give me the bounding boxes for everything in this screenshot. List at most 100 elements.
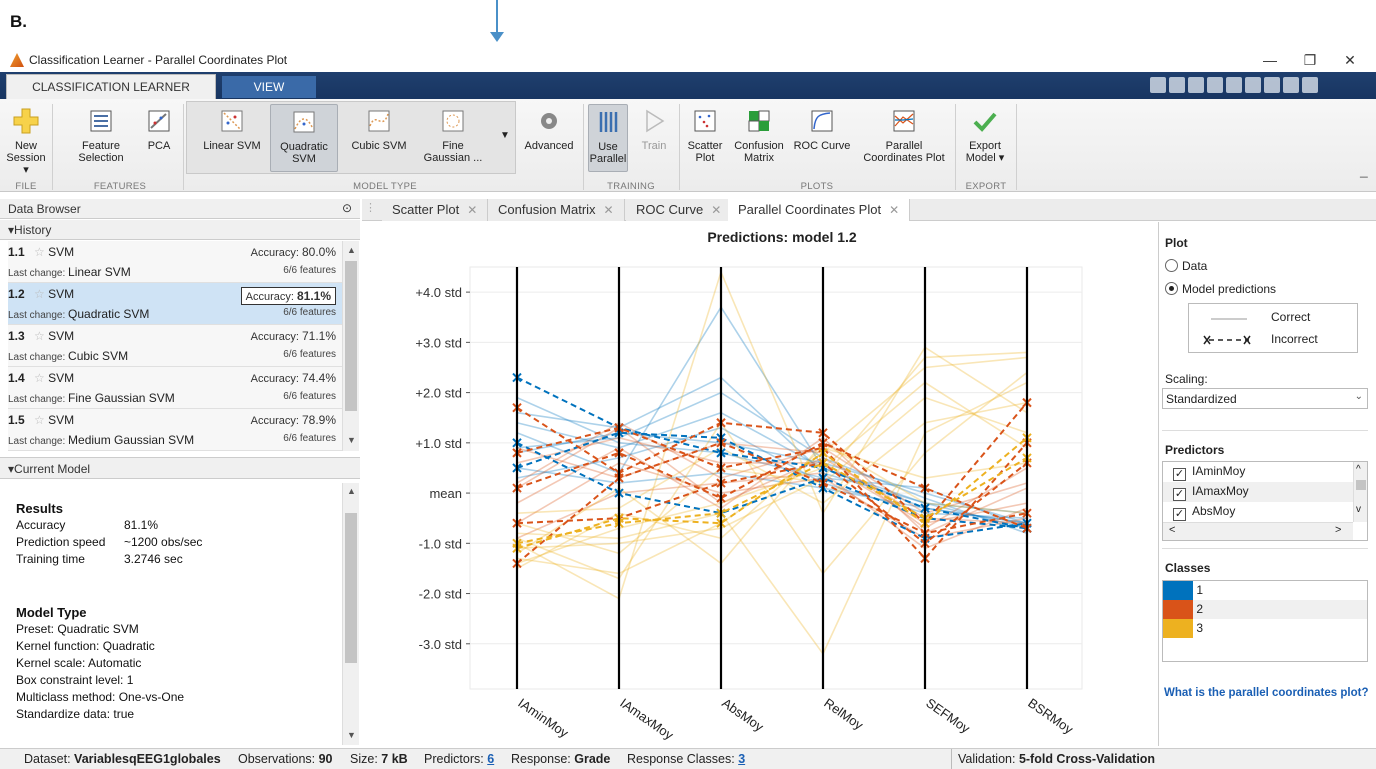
chart-title: Predictions: model 1.2 xyxy=(707,229,857,245)
history-scrollbar[interactable]: ▲ ▼ xyxy=(342,241,359,451)
history-item[interactable]: 1.4 ☆ SVM Accuracy: 74.4% Last change: Fine… xyxy=(8,367,342,409)
scaling-dropdown[interactable]: Standardized ⌄ xyxy=(1162,388,1368,409)
history-item[interactable]: 1.1 ☆ SVM Accuracy: 80.0% Last change: Line… xyxy=(8,241,342,283)
close-tab-icon[interactable]: ✕ xyxy=(889,203,899,217)
scroll-thumb[interactable] xyxy=(345,513,357,663)
star-icon[interactable]: ☆ xyxy=(34,245,45,259)
scroll-up-icon[interactable]: ▲ xyxy=(347,486,356,496)
history-item-number: 1.1 xyxy=(8,245,25,259)
undo-icon[interactable] xyxy=(1245,77,1261,93)
predictor-item[interactable]: ✓ IAmaxMoy xyxy=(1163,482,1367,502)
history-item-number: 1.3 xyxy=(8,329,25,343)
results-row: Training time 3.2746 sec xyxy=(16,552,183,566)
new-session-button[interactable]: New Session ▾ xyxy=(4,108,48,176)
radio-data[interactable]: Data xyxy=(1165,259,1207,273)
history-item-name: ☆ SVM xyxy=(34,371,75,385)
star-icon[interactable]: ☆ xyxy=(34,287,45,301)
scatter-plot-button[interactable]: Scatter Plot xyxy=(682,108,728,164)
model-quadratic-svm[interactable]: Quadratic SVM xyxy=(270,104,338,172)
export-model-button[interactable]: Export Model ▾ xyxy=(960,108,1010,164)
response-classes-link[interactable]: 3 xyxy=(738,752,745,766)
scroll-up-icon[interactable]: ▲ xyxy=(347,245,356,255)
history-item[interactable]: 1.3 ☆ SVM Accuracy: 71.1% Last change: Cubi… xyxy=(8,325,342,367)
history-item-name: ☆ SVM xyxy=(34,329,75,343)
cut-icon[interactable] xyxy=(1188,77,1204,93)
history-item-features: 6/6 features xyxy=(283,391,336,402)
history-item[interactable]: 1.2 ☆ SVM Accuracy: 81.1% Last change: Quad… xyxy=(8,283,342,325)
help-link[interactable]: What is the parallel coordinates plot? xyxy=(1164,687,1368,699)
checkbox-checked-icon[interactable]: ✓ xyxy=(1173,508,1186,521)
star-icon[interactable]: ☆ xyxy=(34,329,45,343)
save-icon[interactable] xyxy=(1150,77,1166,93)
use-parallel-button[interactable]: Use Parallel xyxy=(588,104,628,172)
feature-selection-button[interactable]: Feature Selection xyxy=(76,108,126,164)
history-section-header[interactable]: ▾History xyxy=(0,220,360,240)
class-item[interactable]: 3 xyxy=(1163,619,1367,638)
axis-label: IAmaxMoy xyxy=(617,695,676,743)
minimize-button[interactable]: — xyxy=(1250,50,1290,70)
pca-button[interactable]: PCA xyxy=(137,108,181,152)
close-tab-icon[interactable]: ✕ xyxy=(604,203,614,217)
predictors-link[interactable]: 6 xyxy=(487,752,494,766)
advanced-button[interactable]: Advanced xyxy=(520,108,578,152)
class-item[interactable]: 1 xyxy=(1163,581,1367,600)
scaling-label: Scaling: xyxy=(1165,372,1208,386)
radio-model-predictions[interactable]: Model predictions xyxy=(1165,282,1276,296)
tab-parallel-coordinates-plot[interactable]: Parallel Coordinates Plot ✕ xyxy=(728,199,911,221)
legend-incorrect-label: Incorrect xyxy=(1271,332,1318,346)
model-type-line: Multiclass method: One-vs-One xyxy=(16,690,185,704)
tab-confusion-matrix[interactable]: Confusion Matrix ✕ xyxy=(488,199,625,221)
class-color-swatch xyxy=(1163,581,1193,600)
details-scrollbar[interactable]: ▲ ▼ xyxy=(342,483,359,745)
predictor-item[interactable]: ✓ AbsMoy xyxy=(1163,502,1367,522)
model-type-line: Box constraint level: 1 xyxy=(16,673,134,687)
tab-classification-learner[interactable]: CLASSIFICATION LEARNER xyxy=(6,74,216,99)
title-bar: Classification Learner - Parallel Coordi… xyxy=(0,48,1376,72)
parallel-coordinates-chart: +4.0 std +3.0 std +2.0 std +1.0 std mean -1.0… xyxy=(415,229,1083,743)
vertical-scrollbar[interactable]: ^ v xyxy=(1353,462,1367,522)
close-tab-icon[interactable]: ✕ xyxy=(711,203,721,217)
predictor-item[interactable]: ✓ IAminMoy xyxy=(1163,462,1367,482)
star-icon[interactable]: ☆ xyxy=(34,413,45,427)
scroll-left-icon[interactable]: < xyxy=(1169,524,1175,536)
star-icon[interactable]: ☆ xyxy=(34,371,45,385)
layout-icon[interactable] xyxy=(1283,77,1299,93)
gallery-expand-icon[interactable]: ▼ xyxy=(500,130,510,141)
model-type-line: Preset: Quadratic SVM xyxy=(16,622,139,636)
scroll-right-icon[interactable]: > xyxy=(1335,524,1341,536)
checkbox-checked-icon[interactable]: ✓ xyxy=(1173,488,1186,501)
train-button[interactable]: Train xyxy=(634,108,674,152)
scroll-thumb[interactable] xyxy=(1356,480,1366,490)
model-linear-svm[interactable]: Linear SVM xyxy=(196,108,268,152)
model-fine-gaussian[interactable]: Fine Gaussian ... xyxy=(420,108,486,164)
close-tab-icon[interactable]: ✕ xyxy=(467,203,477,217)
scroll-thumb[interactable] xyxy=(345,261,357,411)
panel-menu-icon[interactable]: ⊙ xyxy=(342,201,352,215)
close-button[interactable]: ✕ xyxy=(1330,50,1370,70)
scroll-up-icon[interactable]: ^ xyxy=(1356,464,1361,475)
scroll-down-icon[interactable]: ▼ xyxy=(347,730,356,740)
copy-icon[interactable] xyxy=(1207,77,1223,93)
model-cubic-svm[interactable]: Cubic SVM xyxy=(346,108,412,152)
paste-icon[interactable] xyxy=(1226,77,1242,93)
tab-roc-curve[interactable]: ROC Curve ✕ xyxy=(626,199,733,221)
history-item-accuracy: Accuracy: 80.0% xyxy=(250,245,336,259)
history-item[interactable]: 1.5 ☆ SVM Accuracy: 78.9% Last change: Medi… xyxy=(8,409,342,451)
confusion-matrix-button[interactable]: Confusion Matrix xyxy=(730,108,788,164)
horizontal-scrollbar[interactable]: < > xyxy=(1163,522,1353,540)
roc-curve-button[interactable]: ROC Curve xyxy=(790,108,854,152)
collapse-ribbon-icon[interactable]: ▔ xyxy=(1360,178,1368,189)
parallel-coordinates-button[interactable]: Parallel Coordinates Plot xyxy=(858,108,950,164)
tab-scatter-plot[interactable]: Scatter Plot ✕ xyxy=(382,199,489,221)
scroll-down-icon[interactable]: ▼ xyxy=(347,435,356,445)
class-item[interactable]: 2 xyxy=(1163,600,1367,619)
maximize-button[interactable]: ❐ xyxy=(1290,50,1330,70)
tab-view[interactable]: VIEW xyxy=(222,76,316,98)
scroll-down-icon[interactable]: v xyxy=(1356,504,1361,515)
disk-icon[interactable] xyxy=(1169,77,1185,93)
checkbox-checked-icon[interactable]: ✓ xyxy=(1173,468,1186,481)
help-icon[interactable] xyxy=(1302,77,1318,93)
current-model-header[interactable]: ▾Current Model xyxy=(0,457,360,479)
redo-icon[interactable] xyxy=(1264,77,1280,93)
svm-icon xyxy=(442,110,464,132)
